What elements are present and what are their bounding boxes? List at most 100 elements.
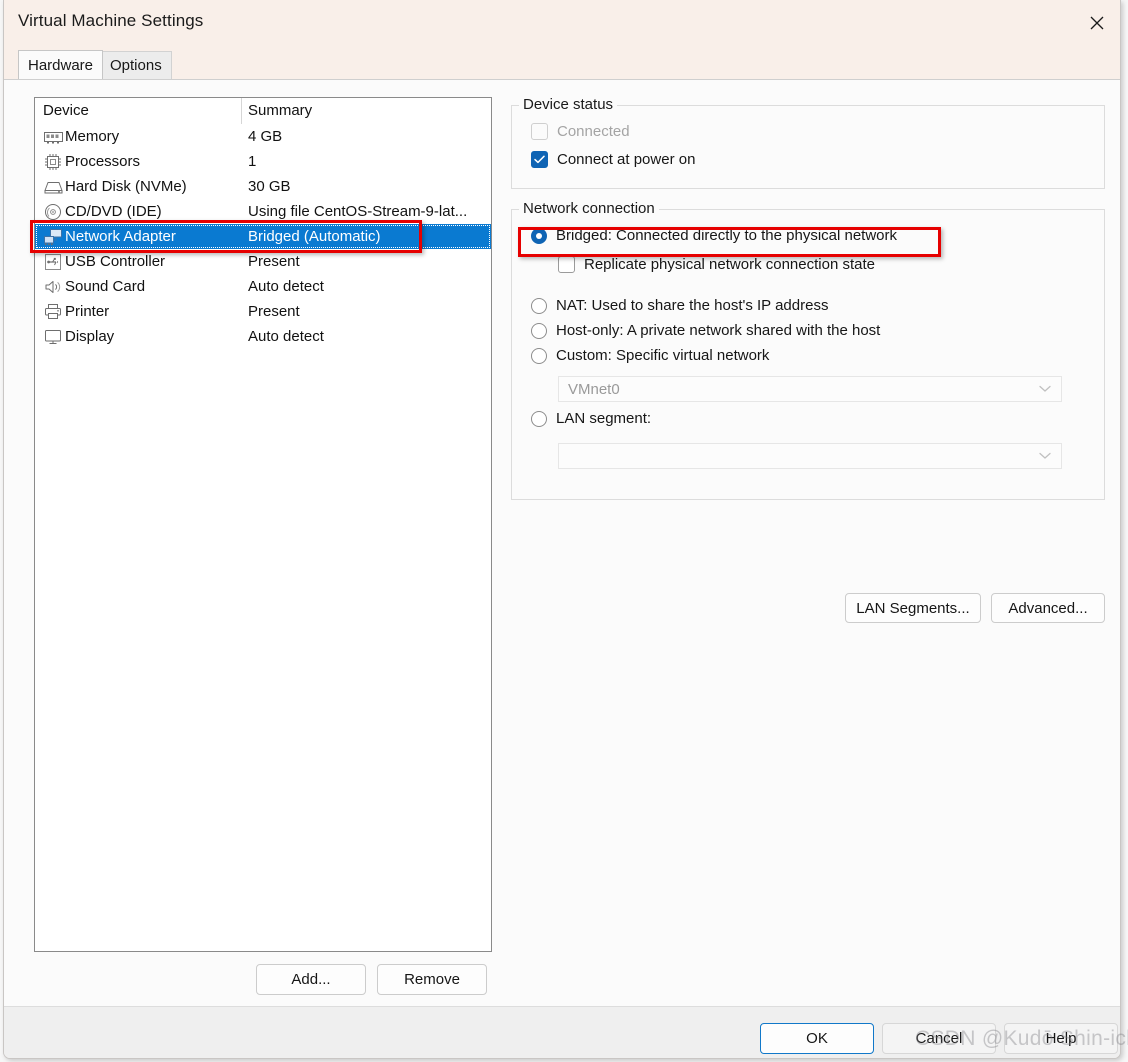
column-separator — [241, 98, 242, 124]
radio-nat-label: NAT: Used to share the host's IP address — [556, 297, 829, 314]
ok-button[interactable]: OK — [760, 1023, 874, 1054]
radio-host-only-circle[interactable] — [531, 322, 547, 339]
network-connection-legend: Network connection — [519, 200, 659, 217]
lan-segments-button[interactable]: LAN Segments... — [845, 593, 981, 623]
radio-bridged-circle[interactable] — [531, 227, 547, 244]
chevron-down-icon — [1039, 380, 1051, 398]
checkbox-connected: Connected — [531, 123, 630, 140]
device-summary: 4 GB — [248, 128, 283, 145]
virtual-machine-settings-screen: Virtual Machine Settings Hardware Option… — [0, 0, 1128, 1062]
device-name: Hard Disk (NVMe) — [65, 178, 187, 195]
add-device-button[interactable]: Add... — [256, 964, 366, 995]
radio-lan-segment[interactable]: LAN segment: — [531, 410, 651, 427]
device-summary: Bridged (Automatic) — [248, 228, 381, 245]
device-row-memory[interactable]: Memory 4 GB — [35, 124, 491, 149]
ok-button-label: OK — [806, 1030, 828, 1047]
device-row-printer[interactable]: Printer Present — [35, 299, 491, 324]
custom-network-dropdown[interactable]: VMnet0 — [558, 376, 1062, 402]
tab-hardware-label: Hardware — [28, 56, 94, 74]
help-button[interactable]: Help — [1004, 1023, 1118, 1054]
column-header-summary: Summary — [248, 102, 313, 119]
tab-options[interactable]: Options — [100, 51, 172, 79]
content-area: Device Summary Memory 4 GB Processors 1 … — [4, 79, 1120, 1007]
radio-lan-segment-circle[interactable] — [531, 410, 547, 427]
device-row-processors[interactable]: Processors 1 — [35, 149, 491, 174]
device-row-sound-card[interactable]: Sound Card Auto detect — [35, 274, 491, 299]
custom-network-dropdown-value: VMnet0 — [568, 380, 620, 398]
tab-options-label: Options — [110, 57, 162, 74]
radio-nat-circle[interactable] — [531, 297, 547, 314]
checkbox-replicate-physical-state-box[interactable] — [558, 256, 575, 273]
advanced-button-label: Advanced... — [1008, 599, 1088, 617]
hard-disk-icon — [41, 177, 65, 197]
checkbox-connect-at-power-on-box[interactable] — [531, 151, 548, 168]
close-icon[interactable] — [1074, 0, 1120, 45]
device-name: Memory — [65, 128, 120, 145]
device-status-legend: Device status — [519, 96, 618, 113]
radio-bridged-label: Bridged: Connected directly to the physi… — [556, 227, 898, 244]
device-row-cd-dvd[interactable]: CD/DVD (IDE) Using file CentOS-Stream-9-… — [35, 199, 491, 224]
settings-detail-pane: Device status Connected Connect at power… — [511, 96, 1105, 952]
device-list-header: Device Summary — [35, 98, 491, 124]
lan-segments-button-label: LAN Segments... — [856, 599, 970, 617]
device-row-hard-disk[interactable]: Hard Disk (NVMe) 30 GB — [35, 174, 491, 199]
radio-custom-circle[interactable] — [531, 347, 547, 364]
device-summary: Present — [248, 253, 300, 270]
memory-icon — [41, 127, 65, 147]
device-row-usb-controller[interactable]: USB Controller Present — [35, 249, 491, 274]
sound-card-icon — [41, 277, 65, 297]
device-name: Processors — [65, 153, 141, 170]
processor-icon — [41, 152, 65, 172]
checkbox-connected-label: Connected — [557, 123, 630, 140]
device-summary: 30 GB — [248, 178, 291, 195]
radio-bridged-dot — [536, 232, 542, 239]
checkbox-connect-at-power-on[interactable]: Connect at power on — [531, 151, 695, 168]
device-name: CD/DVD (IDE) — [65, 203, 162, 220]
device-summary: 1 — [248, 153, 257, 170]
chevron-down-icon — [1039, 447, 1051, 465]
device-row-network-adapter[interactable]: Network Adapter Bridged (Automatic) — [35, 224, 491, 249]
display-icon — [41, 327, 65, 347]
settings-window: Virtual Machine Settings Hardware Option… — [3, 0, 1121, 1059]
column-header-device: Device — [43, 102, 89, 119]
device-status-group: Device status Connected Connect at power… — [511, 96, 1105, 189]
cancel-button-label: Cancel — [915, 1030, 963, 1047]
title-bar: Virtual Machine Settings — [4, 0, 1120, 45]
remove-device-button-label: Remove — [404, 971, 460, 988]
window-title: Virtual Machine Settings — [18, 11, 204, 30]
network-adapter-icon — [41, 227, 65, 247]
device-summary: Auto detect — [248, 328, 324, 345]
device-list-rows: Memory 4 GB Processors 1 Hard Disk (NVMe… — [35, 124, 491, 349]
device-summary: Using file CentOS-Stream-9-lat... — [248, 203, 468, 220]
network-connection-group: Network connection Bridged: Connected di… — [511, 200, 1105, 500]
printer-icon — [41, 302, 65, 322]
tab-strip: Hardware Options — [4, 45, 1120, 79]
tab-hardware[interactable]: Hardware — [18, 50, 104, 79]
device-summary: Auto detect — [248, 278, 324, 295]
radio-bridged[interactable]: Bridged: Connected directly to the physi… — [531, 227, 897, 244]
lan-segment-dropdown[interactable] — [558, 443, 1062, 469]
radio-lan-segment-label: LAN segment: — [556, 410, 652, 427]
remove-device-button[interactable]: Remove — [377, 964, 487, 995]
add-device-button-label: Add... — [291, 971, 331, 988]
help-button-label: Help — [1045, 1030, 1077, 1047]
usb-controller-icon — [41, 252, 65, 272]
radio-nat[interactable]: NAT: Used to share the host's IP address — [531, 297, 828, 314]
device-list[interactable]: Device Summary Memory 4 GB Processors 1 … — [34, 97, 492, 952]
device-name: USB Controller — [65, 253, 166, 270]
radio-host-only[interactable]: Host-only: A private network shared with… — [531, 322, 880, 339]
device-row-display[interactable]: Display Auto detect — [35, 324, 491, 349]
advanced-button[interactable]: Advanced... — [991, 593, 1105, 623]
device-summary: Present — [248, 303, 300, 320]
cd-dvd-icon — [41, 202, 65, 222]
device-name: Display — [65, 328, 115, 345]
cancel-button[interactable]: Cancel — [882, 1023, 996, 1054]
device-name: Network Adapter — [65, 228, 176, 245]
device-name: Printer — [65, 303, 110, 320]
checkbox-replicate-physical-state[interactable]: Replicate physical network connection st… — [558, 256, 875, 273]
radio-custom-label: Custom: Specific virtual network — [556, 347, 770, 364]
radio-custom[interactable]: Custom: Specific virtual network — [531, 347, 769, 364]
checkbox-replicate-physical-state-label: Replicate physical network connection st… — [584, 256, 875, 273]
radio-host-only-label: Host-only: A private network shared with… — [556, 322, 881, 339]
checkbox-connected-box — [531, 123, 548, 140]
